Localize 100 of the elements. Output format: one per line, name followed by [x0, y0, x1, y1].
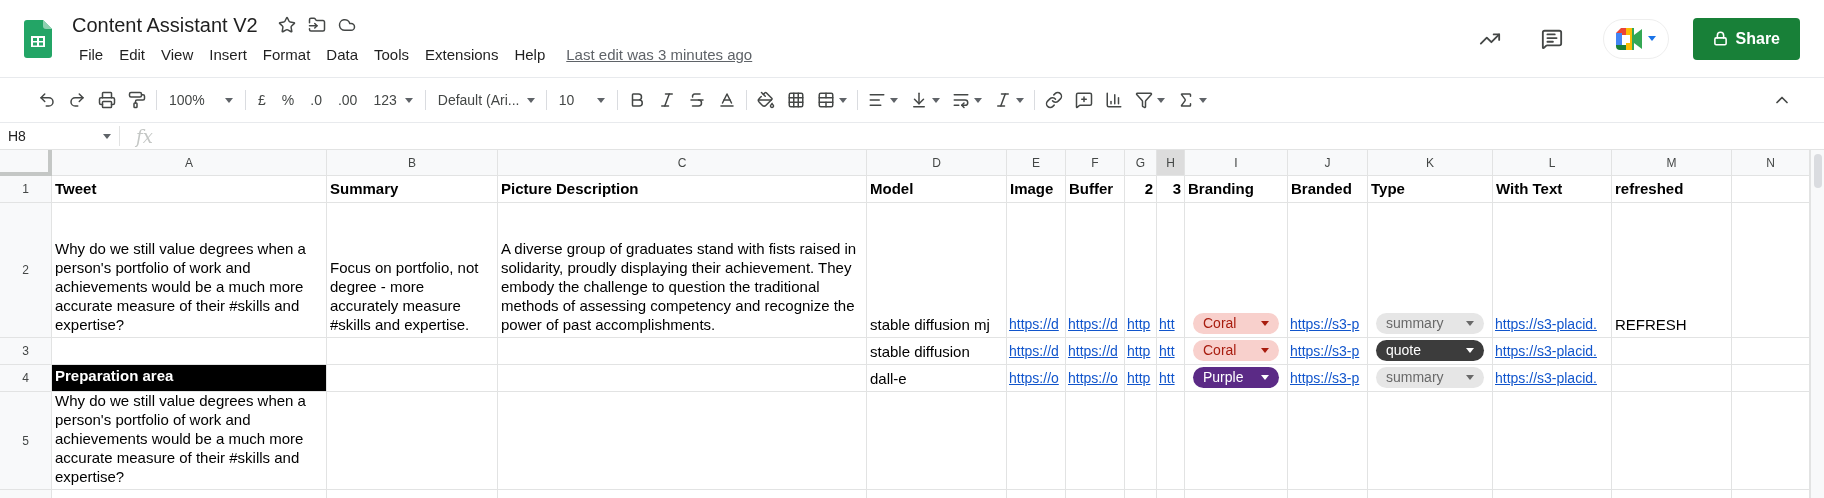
table-cell[interactable]: Branding: [1185, 176, 1288, 203]
table-cell[interactable]: [1368, 392, 1493, 490]
row-header[interactable]: 2: [0, 203, 52, 338]
table-cell[interactable]: https://d: [1007, 203, 1066, 338]
table-cell[interactable]: [327, 365, 498, 392]
table-cell[interactable]: [1288, 392, 1368, 490]
menu-item[interactable]: Data: [319, 44, 365, 67]
table-cell[interactable]: https://d: [1066, 203, 1125, 338]
column-header[interactable]: L: [1493, 150, 1612, 176]
comment-icon[interactable]: [1540, 27, 1563, 50]
menu-item[interactable]: Tools: [367, 44, 417, 67]
table-cell[interactable]: https://s3-p: [1288, 338, 1368, 365]
table-cell[interactable]: refreshed: [1612, 176, 1732, 203]
font-size-dropdown[interactable]: 10: [550, 84, 613, 116]
column-header[interactable]: D: [867, 150, 1007, 176]
column-header[interactable]: M: [1612, 150, 1732, 176]
table-cell[interactable]: quote: [1368, 338, 1493, 365]
table-cell[interactable]: [1125, 392, 1157, 490]
dropdown-chip[interactable]: Coral: [1193, 313, 1279, 334]
cell-link[interactable]: https://o: [1009, 370, 1059, 387]
table-cell[interactable]: Model: [867, 176, 1007, 203]
table-cell[interactable]: [1612, 338, 1732, 365]
cell-link[interactable]: http: [1127, 343, 1151, 360]
table-cell[interactable]: Coral: [1185, 338, 1288, 365]
document-title[interactable]: Content Assistant V2: [72, 10, 258, 41]
share-button[interactable]: Share: [1692, 17, 1800, 60]
table-cell[interactable]: Purple: [1185, 365, 1288, 392]
dropdown-chip[interactable]: quote: [1376, 340, 1484, 361]
cell-link[interactable]: https://o: [1068, 370, 1118, 387]
table-cell[interactable]: [1185, 392, 1288, 490]
cell-link[interactable]: htt: [1159, 343, 1175, 360]
table-cell[interactable]: [498, 365, 867, 392]
table-cell[interactable]: [498, 392, 867, 490]
menu-item[interactable]: File: [72, 44, 111, 67]
cell-link[interactable]: https://d: [1009, 343, 1059, 360]
row-header[interactable]: 5: [0, 392, 52, 490]
table-cell[interactable]: [1007, 392, 1066, 490]
table-cell[interactable]: [1612, 365, 1732, 392]
scrollbar-thumb[interactable]: [1813, 154, 1822, 188]
table-cell[interactable]: [1732, 203, 1810, 338]
table-cell[interactable]: [867, 392, 1007, 490]
menu-item[interactable]: View: [154, 44, 201, 67]
cell-link[interactable]: http: [1127, 370, 1151, 387]
menu-item[interactable]: Edit: [112, 44, 153, 67]
zoom-dropdown[interactable]: 100%: [161, 84, 241, 116]
menu-item[interactable]: Insert: [202, 44, 254, 67]
table-cell[interactable]: https://s3-placid.: [1493, 203, 1612, 338]
dropdown-chip[interactable]: Purple: [1193, 367, 1279, 388]
table-cell[interactable]: Type: [1368, 176, 1493, 203]
column-header[interactable]: G: [1125, 150, 1157, 176]
corner-cell[interactable]: [0, 150, 52, 176]
row-header[interactable]: 4: [0, 365, 52, 392]
cell-link[interactable]: https://s3-placid.: [1495, 370, 1597, 387]
table-cell[interactable]: 2: [1125, 176, 1157, 203]
column-header[interactable]: H: [1157, 150, 1185, 176]
star-icon[interactable]: [277, 16, 296, 35]
percent-button[interactable]: %: [273, 84, 303, 116]
table-cell[interactable]: htt: [1157, 338, 1185, 365]
table-cell[interactable]: https://o: [1066, 365, 1125, 392]
table-cell[interactable]: htt: [1157, 203, 1185, 338]
table-cell[interactable]: Branded: [1288, 176, 1368, 203]
name-box[interactable]: H8: [0, 126, 120, 146]
table-cell[interactable]: https://d: [1066, 338, 1125, 365]
column-header[interactable]: N: [1732, 150, 1810, 176]
table-cell[interactable]: [498, 338, 867, 365]
row-header[interactable]: [0, 490, 52, 498]
table-cell[interactable]: htt: [1157, 365, 1185, 392]
spreadsheet-logo[interactable]: [24, 19, 52, 58]
dropdown-chip[interactable]: summary: [1376, 313, 1484, 334]
table-cell[interactable]: [327, 338, 498, 365]
table-cell[interactable]: https://s3-placid.: [1493, 338, 1612, 365]
increase-decimals-button[interactable]: .00: [329, 84, 366, 116]
menu-item[interactable]: Help: [507, 44, 553, 67]
column-header[interactable]: J: [1288, 150, 1368, 176]
number-format-dropdown[interactable]: 123: [365, 84, 421, 116]
table-cell[interactable]: Summary: [327, 176, 498, 203]
table-cell[interactable]: [1732, 176, 1810, 203]
table-cell[interactable]: Image: [1007, 176, 1066, 203]
table-cell[interactable]: Picture Description: [498, 176, 867, 203]
menu-item[interactable]: Format: [255, 44, 318, 67]
column-header[interactable]: C: [498, 150, 867, 176]
table-cell[interactable]: [327, 392, 498, 490]
dropdown-chip[interactable]: Coral: [1193, 340, 1279, 361]
cell-link[interactable]: http: [1127, 316, 1151, 333]
row-header[interactable]: 3: [0, 338, 52, 365]
cell-link[interactable]: https://d: [1009, 316, 1059, 333]
table-cell[interactable]: https://s3-placid.: [1493, 365, 1612, 392]
cell-link[interactable]: htt: [1159, 370, 1175, 387]
table-cell[interactable]: [1612, 392, 1732, 490]
table-cell[interactable]: https://s3-p: [1288, 203, 1368, 338]
column-header[interactable]: I: [1185, 150, 1288, 176]
decrease-decimals-button[interactable]: .0: [302, 84, 330, 116]
table-cell[interactable]: Coral: [1185, 203, 1288, 338]
column-header[interactable]: F: [1066, 150, 1125, 176]
table-cell[interactable]: [1157, 392, 1185, 490]
table-cell[interactable]: [1732, 392, 1810, 490]
table-cell[interactable]: https://o: [1007, 365, 1066, 392]
menu-item[interactable]: Extensions: [418, 44, 506, 67]
font-dropdown[interactable]: Default (Ari...: [429, 84, 542, 116]
table-cell[interactable]: With Text: [1493, 176, 1612, 203]
